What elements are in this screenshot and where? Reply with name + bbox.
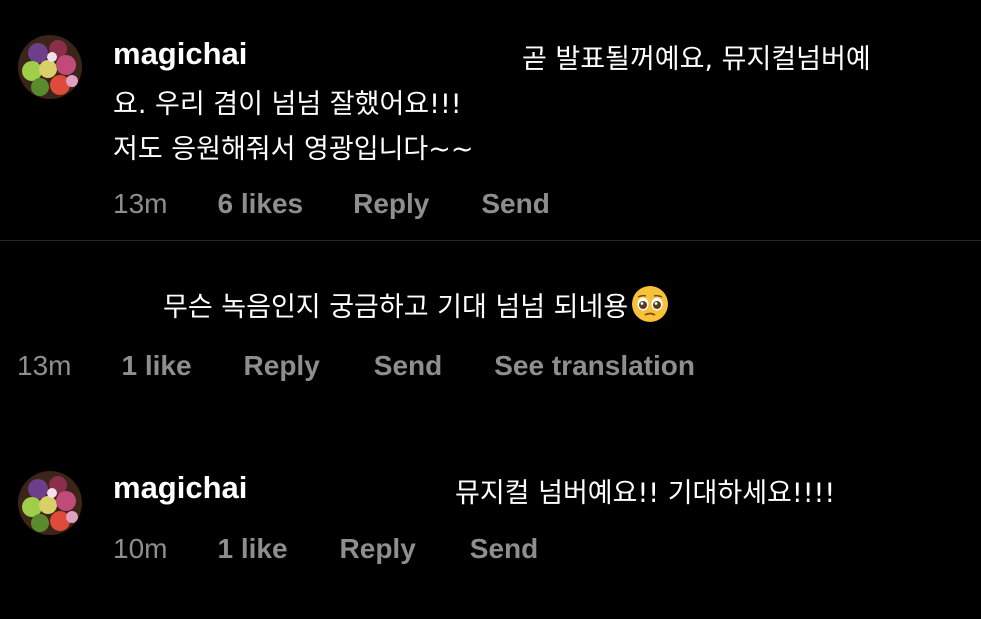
comment-text-line: 저도 응원해줘서 영광입니다~~	[113, 134, 474, 165]
avatar[interactable]	[18, 35, 82, 99]
pleading-face-emoji-icon	[630, 284, 670, 324]
comment-time: 13m	[17, 350, 72, 381]
see-translation-button[interactable]: See translation	[494, 350, 695, 382]
username[interactable]: magichai	[113, 470, 247, 506]
send-button[interactable]: Send	[481, 188, 549, 220]
comment-meta: 10m 1 like Reply Send	[113, 531, 538, 567]
likes-count[interactable]: 6 likes	[217, 188, 303, 220]
username[interactable]: magichai	[113, 36, 247, 72]
comment-text-content: 무슨 녹음인지 궁금하고 기대 넘넘 되네용	[163, 291, 629, 323]
divider	[0, 240, 981, 241]
comment-meta: 13m 6 likes Reply Send	[113, 186, 550, 222]
likes-count[interactable]: 1 like	[121, 350, 191, 382]
comment-text: 뮤지컬 넘버예요!! 기대하세요!!!!	[455, 478, 836, 509]
likes-count[interactable]: 1 like	[217, 533, 287, 565]
send-button[interactable]: Send	[374, 350, 442, 382]
comment-text-line: 곧 발표될꺼예요, 뮤지컬넘버예	[522, 44, 871, 75]
comment-time: 13m	[113, 188, 168, 219]
avatar[interactable]	[18, 471, 82, 535]
reply-button[interactable]: Reply	[244, 350, 320, 382]
comment-text-line: 요. 우리 겸이 넘넘 잘했어요!!!	[113, 89, 462, 120]
comment-text: 무슨 녹음인지 궁금하고 기대 넘넘 되네용	[163, 282, 670, 326]
reply-button[interactable]: Reply	[340, 533, 416, 565]
send-button[interactable]: Send	[470, 533, 538, 565]
reply-button[interactable]: Reply	[353, 188, 429, 220]
comment-time: 10m	[113, 533, 168, 564]
comment-meta: 13m 1 like Reply Send See translation	[17, 348, 695, 384]
